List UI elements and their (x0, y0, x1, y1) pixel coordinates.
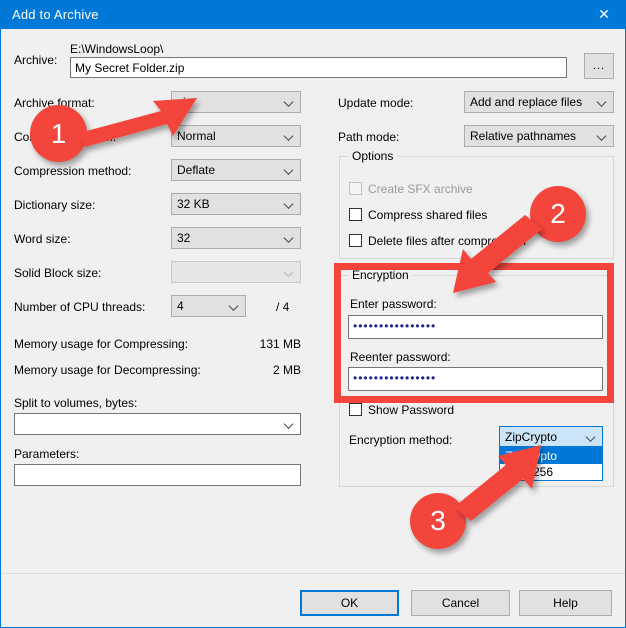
cpu-threads-max: / 4 (276, 300, 290, 314)
annotation-badge-3: 3 (410, 493, 466, 549)
encryption-highlight-box (334, 263, 614, 403)
encryption-method-option-aes256[interactable]: AES-256 (500, 464, 602, 480)
chevron-down-icon (285, 268, 294, 277)
chevron-down-icon (598, 98, 607, 107)
encryption-method-combo[interactable]: ZipCrypto (499, 426, 603, 447)
path-mode-combo[interactable]: Relative pathnames (464, 125, 614, 147)
update-mode-value: Add and replace files (470, 95, 583, 109)
annotation-badge-1: 1 (30, 105, 87, 162)
checkbox-icon (349, 182, 362, 195)
help-button[interactable]: Help (519, 590, 612, 616)
chevron-down-icon (285, 166, 294, 175)
cpu-threads-combo[interactable]: 4 (171, 295, 246, 317)
footer-divider (1, 573, 625, 574)
chevron-down-icon (587, 432, 596, 441)
chevron-down-icon (285, 132, 294, 141)
solid-block-size-label: Solid Block size: (14, 266, 102, 280)
compress-shared-files-checkbox[interactable]: Compress shared files (349, 208, 487, 222)
encryption-method-value: ZipCrypto (505, 430, 558, 444)
compression-method-value: Deflate (177, 163, 216, 177)
memory-decompress-value: 2 MB (272, 363, 301, 377)
word-size-label: Word size: (14, 232, 71, 246)
memory-compress-value: 131 MB (259, 337, 301, 351)
memory-compress-label: Memory usage for Compressing: (14, 337, 189, 351)
path-mode-value: Relative pathnames (470, 129, 577, 143)
dictionary-size-combo[interactable]: 32 KB (171, 193, 301, 215)
archive-label: Archive: (14, 53, 58, 67)
chevron-down-icon (285, 200, 294, 209)
update-mode-combo[interactable]: Add and replace files (464, 91, 614, 113)
show-password-checkbox[interactable]: Show Password (349, 403, 454, 417)
chevron-down-icon (285, 234, 294, 243)
encryption-method-label: Encryption method: (349, 433, 453, 447)
show-password-label: Show Password (368, 403, 455, 417)
add-to-archive-dialog: Add to Archive ✕ Archive: E:\WindowsLoop… (0, 0, 626, 628)
encryption-method-dropdown[interactable]: ZipCrypto AES-256 (499, 447, 603, 481)
memory-decompress-label: Memory usage for Decompressing: (14, 363, 201, 377)
compression-method-combo[interactable]: Deflate (171, 159, 301, 181)
annotation-badge-2: 2 (530, 186, 586, 242)
solid-block-size-combo (171, 261, 301, 283)
chevron-down-icon (230, 302, 239, 311)
archive-path-text: E:\WindowsLoop\ (70, 42, 164, 56)
checkbox-icon (349, 403, 362, 416)
archive-format-value: zip (177, 95, 193, 109)
cpu-threads-value: 4 (177, 299, 184, 313)
cancel-button[interactable]: Cancel (411, 590, 510, 616)
ok-button-label: OK (340, 596, 359, 610)
archive-browse-button[interactable]: ... (584, 53, 614, 79)
title-bar: Add to Archive ✕ (1, 1, 625, 29)
checkbox-icon (349, 234, 362, 247)
delete-files-after-compression-label: Delete files after compression (368, 234, 527, 248)
checkbox-icon (349, 208, 362, 221)
split-volumes-label: Split to volumes, bytes: (14, 396, 138, 410)
create-sfx-archive-checkbox: Create SFX archive (349, 182, 473, 196)
compression-method-label: Compression method: (14, 164, 132, 178)
create-sfx-archive-label: Create SFX archive (368, 182, 473, 196)
dictionary-size-value: 32 KB (177, 197, 210, 211)
window-title: Add to Archive (12, 7, 99, 22)
cancel-button-label: Cancel (441, 596, 480, 610)
split-volumes-combo[interactable] (14, 413, 301, 435)
compress-shared-files-label: Compress shared files (368, 208, 488, 222)
word-size-combo[interactable]: 32 (171, 227, 301, 249)
archive-name-input[interactable]: My Secret Folder.zip (70, 57, 567, 78)
options-group-title: Options (348, 149, 398, 163)
ok-button[interactable]: OK (300, 590, 399, 616)
archive-format-combo[interactable]: zip (171, 91, 301, 113)
chevron-down-icon (285, 420, 294, 429)
delete-files-after-compression-checkbox[interactable]: Delete files after compression (349, 234, 526, 248)
update-mode-label: Update mode: (338, 96, 414, 110)
close-button[interactable]: ✕ (581, 1, 625, 29)
compression-level-combo[interactable]: Normal (171, 125, 301, 147)
chevron-down-icon (285, 98, 294, 107)
path-mode-label: Path mode: (338, 130, 400, 144)
compression-level-value: Normal (177, 129, 216, 143)
cpu-threads-label: Number of CPU threads: (14, 300, 146, 314)
close-icon: ✕ (598, 7, 610, 23)
word-size-value: 32 (177, 231, 191, 245)
ellipsis-icon: ... (592, 60, 606, 72)
parameters-label: Parameters: (14, 447, 80, 461)
help-button-label: Help (553, 596, 578, 610)
encryption-method-option-zipcrypto[interactable]: ZipCrypto (500, 448, 602, 464)
dictionary-size-label: Dictionary size: (14, 198, 96, 212)
chevron-down-icon (598, 132, 607, 141)
parameters-input[interactable] (14, 464, 301, 486)
